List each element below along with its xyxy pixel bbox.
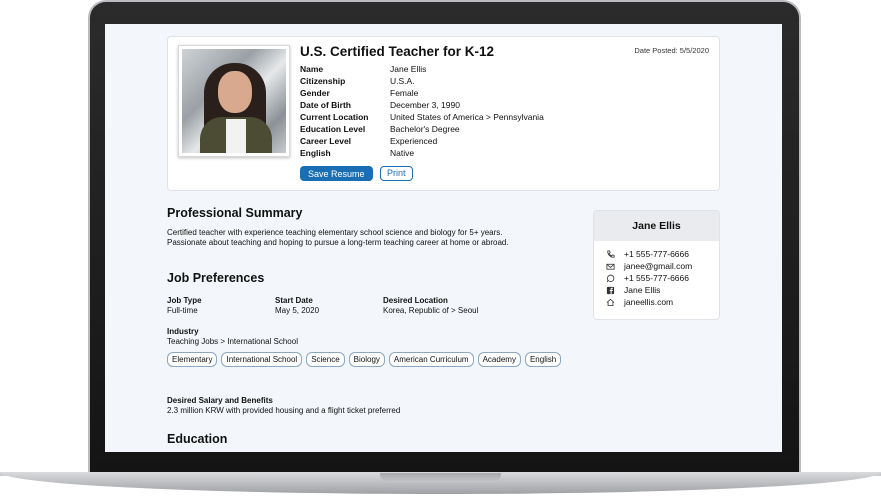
industry-block: Industry Teaching Jobs > International S… [167, 327, 298, 347]
tag-biology: Biology [348, 352, 385, 367]
whatsapp-icon [605, 273, 616, 283]
tag-science: Science [306, 352, 345, 367]
industry-label: Industry [167, 327, 199, 336]
job-type-block: Job Type Full-time [167, 296, 202, 316]
tag-american-curriculum: American Curriculum [388, 352, 474, 367]
job-type-label: Job Type [167, 296, 202, 305]
info-value: Female [390, 88, 419, 98]
info-row-english: English Native [300, 147, 544, 159]
industry-value: Teaching Jobs > International School [167, 337, 298, 346]
info-value: Experienced [390, 136, 438, 146]
contact-email-value: janee@gmail.com [624, 261, 693, 271]
contact-phone-value: +1 555-777-6666 [624, 249, 689, 259]
info-label: Gender [300, 88, 330, 98]
resume-title: U.S. Certified Teacher for K-12 [300, 44, 495, 59]
salary-value: 2.3 million KRW with provided housing an… [167, 406, 401, 415]
date-posted: Date Posted: 5/5/2020 [634, 46, 709, 55]
contact-card: Jane Ellis +1 555-777-6666 janee@gmail.c… [593, 210, 720, 320]
start-date-label: Start Date [275, 296, 313, 305]
info-value: Bachelor's Degree [390, 124, 460, 134]
resume-page: U.S. Certified Teacher for K-12 Date Pos… [105, 24, 782, 452]
profile-card: U.S. Certified Teacher for K-12 Date Pos… [167, 36, 720, 191]
start-date-value: May 5, 2020 [275, 306, 320, 315]
print-button[interactable]: Print [380, 166, 413, 181]
phone-icon [605, 249, 616, 259]
info-row-career: Career Level Experienced [300, 135, 544, 147]
info-label: Education Level [300, 124, 366, 134]
info-label: Citizenship [300, 76, 346, 86]
info-row-gender: Gender Female [300, 87, 544, 99]
job-preferences-heading: Job Preferences [167, 271, 265, 285]
info-label: Current Location [300, 112, 369, 122]
info-label: Date of Birth [300, 100, 351, 110]
professional-summary-heading: Professional Summary [167, 206, 303, 220]
contact-website-value: janeellis.com [624, 297, 674, 307]
profile-info-table: Name Jane Ellis Citizenship U.S.A. Gende… [300, 63, 544, 159]
info-row-citizenship: Citizenship U.S.A. [300, 75, 544, 87]
contact-phone[interactable]: +1 555-777-6666 [605, 248, 719, 260]
summary-line-2: Passionate about teaching and hoping to … [167, 238, 509, 247]
info-label: English [300, 148, 331, 158]
info-value: U.S.A. [390, 76, 415, 86]
tag-international-school: International School [221, 352, 303, 367]
email-icon [605, 261, 616, 271]
info-value: December 3, 1990 [390, 100, 460, 110]
summary-line-1: Certified teacher with experience teachi… [167, 228, 503, 237]
info-label: Career Level [300, 136, 352, 146]
info-row-name: Name Jane Ellis [300, 63, 544, 75]
info-row-dob: Date of Birth December 3, 1990 [300, 99, 544, 111]
tag-elementary: Elementary [167, 352, 218, 367]
education-heading: Education [167, 432, 228, 446]
info-row-location: Current Location United States of Americ… [300, 111, 544, 123]
facebook-icon [605, 285, 616, 295]
contact-name: Jane Ellis [594, 211, 719, 241]
desired-location-label: Desired Location [383, 296, 448, 305]
tag-academy: Academy [477, 352, 521, 367]
contact-list: +1 555-777-6666 janee@gmail.com +1 555-7… [594, 241, 719, 308]
salary-block: Desired Salary and Benefits 2.3 million … [167, 396, 400, 416]
contact-whatsapp-value: +1 555-777-6666 [624, 273, 689, 283]
contact-website[interactable]: janeellis.com [605, 296, 719, 308]
info-label: Name [300, 64, 324, 74]
info-value: United States of America > Pennsylvania [390, 112, 544, 122]
contact-facebook[interactable]: Jane Ellis [605, 284, 719, 296]
desired-location-value: Korea, Republic of > Seoul [383, 306, 479, 315]
contact-email[interactable]: janee@gmail.com [605, 260, 719, 272]
info-value: Jane Ellis [390, 64, 427, 74]
profile-photo [178, 45, 290, 157]
info-row-education: Education Level Bachelor's Degree [300, 123, 544, 135]
tag-english: English [524, 352, 562, 367]
desired-location-block: Desired Location Korea, Republic of > Se… [383, 296, 478, 316]
contact-facebook-value: Jane Ellis [624, 285, 661, 295]
laptop-frame: U.S. Certified Teacher for K-12 Date Pos… [0, 0, 881, 500]
home-icon [605, 297, 616, 307]
salary-label: Desired Salary and Benefits [167, 396, 273, 405]
job-type-value: Full-time [167, 306, 198, 315]
laptop-notch [380, 473, 501, 482]
info-value: Native [390, 148, 415, 158]
save-resume-button[interactable]: Save Resume [300, 166, 373, 181]
skill-tags: Elementary International School Science … [167, 352, 567, 367]
start-date-block: Start Date May 5, 2020 [275, 296, 319, 316]
contact-whatsapp[interactable]: +1 555-777-6666 [605, 272, 719, 284]
